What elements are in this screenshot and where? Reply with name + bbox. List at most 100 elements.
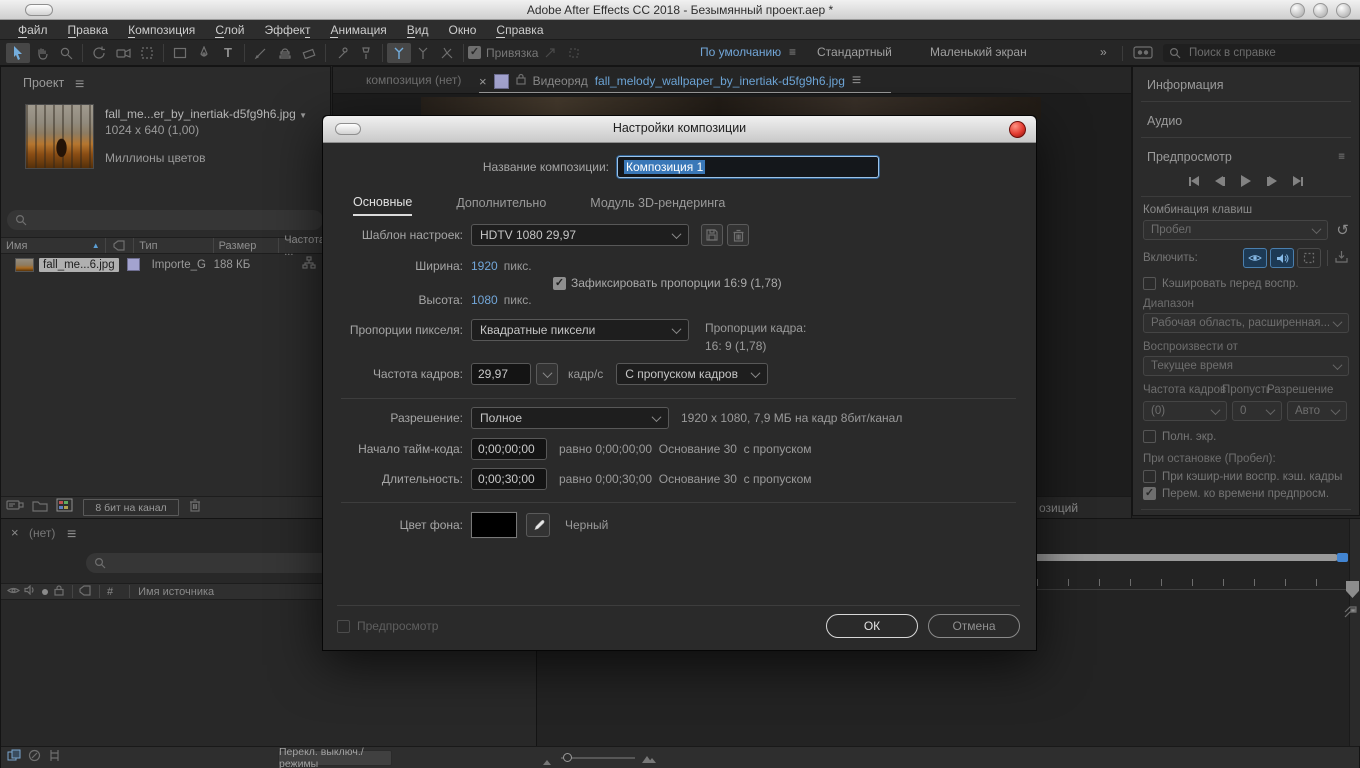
trash-icon[interactable] [189, 498, 201, 517]
menu-layer[interactable]: Слой [205, 23, 254, 37]
close-icon[interactable]: × [479, 74, 487, 89]
help-search[interactable] [1163, 44, 1360, 62]
column-header-name[interactable]: Имя ▲ [1, 238, 106, 253]
panel-menu-icon[interactable]: ≡ [852, 72, 861, 90]
previous-frame-icon[interactable] [1215, 176, 1225, 186]
window-control-icon[interactable] [1313, 3, 1328, 18]
comp-marker-icon[interactable] [1343, 605, 1358, 623]
local-axis-mode-icon[interactable] [387, 43, 411, 63]
roto-brush-tool-icon[interactable] [330, 43, 354, 63]
brush-tool-icon[interactable] [249, 43, 273, 63]
snap-arrow-icon[interactable] [538, 43, 562, 63]
resolution-dropdown[interactable]: Авто [1287, 401, 1347, 421]
dialog-title-bar[interactable]: Настройки композиции [323, 116, 1036, 143]
tab-footage-active[interactable]: × Видеоряд fall_melody_wallpaper_by_iner… [479, 70, 861, 92]
dialog-close-button[interactable] [1009, 121, 1026, 138]
shortcut-dropdown[interactable]: Пробел [1143, 220, 1328, 240]
panel-menu-icon[interactable]: ≡ [1338, 151, 1345, 163]
rotate-tool-icon[interactable] [87, 43, 111, 63]
time-navigator-end-handle[interactable] [1337, 553, 1348, 562]
sort-ascending-icon[interactable]: ▲ [92, 241, 100, 250]
workspace-small-screen[interactable]: Маленький экран [930, 45, 1027, 59]
timeline-zoom-slider[interactable] [561, 757, 635, 759]
label-color-swatch[interactable] [127, 258, 140, 271]
cancel-button[interactable]: Отмена [928, 614, 1020, 638]
menu-effect[interactable]: Эффект [255, 23, 321, 37]
preview-panel-tab[interactable]: Предпросмотр ≡ [1133, 147, 1359, 167]
save-preset-icon[interactable] [701, 224, 723, 246]
puppet-pin-tool-icon[interactable] [354, 43, 378, 63]
footage-title[interactable]: fall_me...er_by_inertiak-d5fg9h6.jpg ▼ [105, 107, 307, 121]
label-color-swatch[interactable] [494, 74, 509, 89]
composition-viewer-label-clipped[interactable]: озиций [1039, 501, 1078, 515]
zoom-tool-icon[interactable] [54, 43, 78, 63]
menu-file[interactable]: Файл [8, 23, 58, 37]
first-frame-icon[interactable] [1189, 176, 1199, 186]
play-icon[interactable] [1241, 175, 1251, 187]
duration-input[interactable]: 0;00;30;00 [471, 468, 547, 490]
menu-view[interactable]: Вид [397, 23, 439, 37]
reset-icon[interactable]: ↺ [1336, 221, 1349, 239]
workspace-default[interactable]: По умолчанию [700, 45, 781, 59]
video-eye-icon[interactable] [7, 586, 20, 598]
shape-tool-icon[interactable] [168, 43, 192, 63]
cache-before-checkbox[interactable] [1143, 277, 1156, 290]
save-preview-icon[interactable] [1334, 250, 1349, 266]
workspace-menu-icon[interactable]: ≡ [789, 45, 796, 59]
play-from-dropdown[interactable]: Текущее время [1143, 356, 1349, 376]
window-control-icon[interactable] [1290, 3, 1305, 18]
footage-row-name[interactable]: fall_me...6.jpg [39, 258, 119, 272]
hand-tool-icon[interactable] [30, 43, 54, 63]
ok-button[interactable]: ОК [826, 614, 918, 638]
next-frame-icon[interactable] [1267, 176, 1277, 186]
snap-box-icon[interactable] [562, 43, 586, 63]
timeline-right-scrollbar[interactable] [1349, 519, 1360, 746]
workspace-standard[interactable]: Стандартный [817, 45, 892, 59]
menu-window[interactable]: Окно [439, 23, 487, 37]
toggle-switches-modes-button[interactable]: Перекл. выключ./режимы [278, 750, 392, 766]
lock-aspect-checkbox[interactable]: ✓ [553, 277, 566, 290]
zoom-out-mountain-icon[interactable] [542, 753, 554, 768]
footage-thumbnail[interactable] [25, 104, 94, 169]
bg-color-swatch[interactable] [471, 512, 517, 538]
range-dropdown[interactable]: Рабочая область, расширенная... [1143, 313, 1349, 333]
type-tool-icon[interactable]: T [216, 43, 240, 63]
layer-number-column[interactable]: # [107, 586, 113, 598]
start-timecode-input[interactable]: 0;00;00;00 [471, 438, 547, 460]
camera-tool-icon[interactable] [111, 43, 135, 63]
footage-row[interactable]: fall_me...6.jpg Importe_G 188 КБ [1, 255, 330, 274]
include-audio-speaker-icon[interactable] [1270, 248, 1294, 268]
audio-panel-tab[interactable]: Аудио [1133, 111, 1359, 131]
disclosure-triangle-icon[interactable]: ▼ [299, 111, 307, 120]
column-header-type[interactable]: Тип [134, 238, 213, 253]
transfer-controls-icon[interactable] [48, 749, 61, 767]
timeline-tab-name[interactable]: (нет) [29, 526, 55, 540]
last-frame-icon[interactable] [1293, 176, 1303, 186]
new-composition-icon[interactable] [56, 498, 73, 517]
tab-advanced[interactable]: Дополнительно [456, 196, 546, 215]
pixel-aspect-dropdown[interactable]: Квадратные пиксели [471, 319, 689, 341]
tab-basic[interactable]: Основные [353, 195, 412, 216]
timeline-search[interactable] [86, 553, 334, 573]
resolution-dropdown[interactable]: Полное [471, 407, 669, 429]
tab-composition-none[interactable]: композиция (нет) [366, 73, 461, 87]
view-axis-mode-icon[interactable] [435, 43, 459, 63]
composition-name-input[interactable]: Композиция 1 [617, 156, 879, 178]
tab-footage-filename[interactable]: fall_melody_wallpaper_by_inertiak-d5fg9h… [595, 74, 845, 88]
bit-depth-button[interactable]: 8 бит на канал [83, 499, 179, 516]
width-value[interactable]: 1920 [471, 259, 498, 273]
menu-animation[interactable]: Анимация [320, 23, 396, 37]
flowchart-icon[interactable] [302, 256, 316, 274]
pen-tool-icon[interactable] [192, 43, 216, 63]
pen-circle-icon[interactable] [28, 749, 41, 767]
skip-dropdown[interactable]: 0 [1232, 401, 1282, 421]
drop-frame-dropdown[interactable]: С пропуском кадров [616, 363, 768, 385]
selection-tool-icon[interactable] [6, 43, 30, 63]
tab-3d-renderer[interactable]: Модуль 3D-рендеринга [590, 196, 725, 215]
menu-composition[interactable]: Композиция [118, 23, 205, 37]
solo-icon[interactable] [42, 589, 48, 595]
snap-checkbox[interactable]: ✓ [468, 46, 481, 59]
info-panel-tab[interactable]: Информация [1133, 75, 1359, 95]
preview-checkbox[interactable] [337, 620, 350, 633]
frame-rate-input[interactable]: 29,97 [471, 363, 531, 385]
